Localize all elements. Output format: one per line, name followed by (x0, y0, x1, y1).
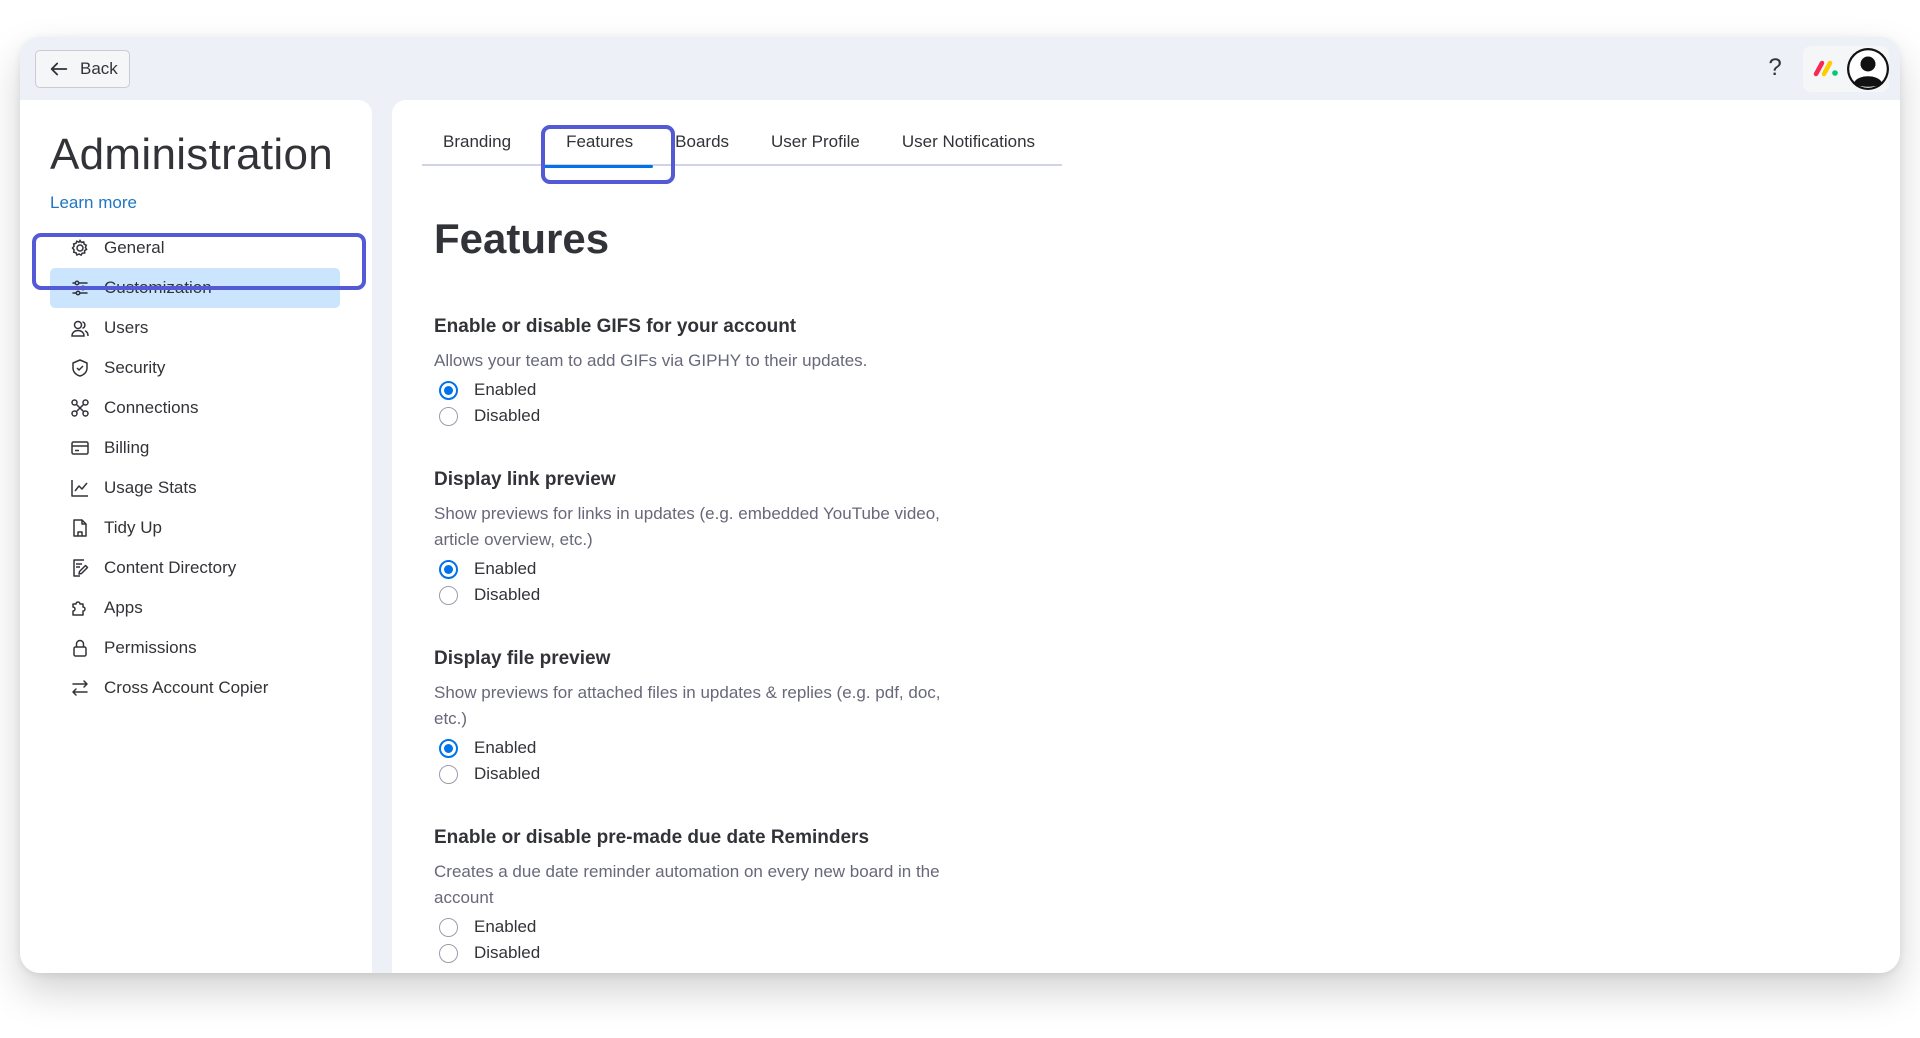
back-button-label: Back (80, 59, 118, 78)
radio-label: Disabled (474, 764, 541, 783)
radio-enabled[interactable]: Enabled (434, 556, 954, 582)
setting-title: Enable or disable pre-made due date Remi… (434, 827, 870, 848)
radio-enabled[interactable]: Enabled (434, 735, 954, 761)
sidebar-item-label: General (104, 238, 165, 257)
puzzle-icon (72, 601, 86, 616)
radio-button[interactable] (439, 943, 458, 963)
learn-more-link[interactable]: Learn more (50, 193, 137, 213)
monday-logo-icon (1813, 60, 1838, 77)
radio-label: Enabled (474, 738, 537, 757)
radio-button[interactable] (439, 585, 458, 605)
avatar[interactable] (1847, 48, 1889, 90)
sidebar-item-label: Security (104, 358, 166, 377)
sidebar-item-billing[interactable]: Billing (50, 428, 340, 468)
sidebar-item-label: Users (104, 318, 149, 337)
sidebar-item-general[interactable]: General (50, 228, 340, 268)
sliders-icon (72, 280, 88, 296)
arrow-left-icon (50, 62, 68, 76)
sidebar-item-apps[interactable]: Apps (50, 588, 340, 628)
sidebar-item-label: Billing (104, 438, 150, 457)
radio-label: Disabled (474, 406, 541, 425)
setting-description: Show previews for attached files in upda… (434, 683, 941, 728)
radio-label: Disabled (474, 585, 541, 604)
radio-enabled[interactable]: Enabled (434, 914, 954, 940)
sidebar-item-label: Content Directory (104, 558, 237, 577)
sidebar-item-label: Customization (104, 278, 212, 297)
radio-button[interactable] (439, 406, 458, 426)
radio-button-checked[interactable] (439, 559, 458, 579)
tab-user-notifications[interactable]: User Notifications (881, 126, 1056, 166)
radio-button-checked[interactable] (439, 380, 458, 400)
sidebar-item-customization[interactable]: Customization (50, 268, 340, 308)
tab-features[interactable]: Features (532, 126, 663, 168)
page-title: Features (434, 215, 610, 262)
sidebar-item-users[interactable]: Users (50, 308, 340, 348)
radio-disabled[interactable]: Disabled (434, 940, 954, 966)
sidebar-item-cross-account-copier[interactable]: Cross Account Copier (50, 668, 340, 708)
setting-link-preview: Display link preview Show previews for l… (434, 466, 954, 608)
radio-label: Enabled (474, 559, 537, 578)
setting-due-date-reminders: Enable or disable pre-made due date Remi… (434, 824, 954, 966)
radio-disabled[interactable]: Disabled (434, 582, 954, 608)
sidebar-item-label: Tidy Up (104, 518, 162, 537)
setting-title: Enable or disable GIFS for your account (434, 316, 797, 337)
sidebar-item-connections[interactable]: Connections (50, 388, 340, 428)
credit-card-icon (71, 441, 89, 455)
tab-boards[interactable]: Boards (663, 126, 750, 166)
sidebar-item-label: Usage Stats (104, 478, 197, 497)
arrows-icon (72, 680, 88, 696)
connections-icon (71, 399, 89, 417)
broom-icon (73, 519, 87, 537)
radio-label: Enabled (474, 380, 537, 399)
sidebar-nav: General Customization Users Security Con… (50, 228, 340, 708)
radio-label: Enabled (474, 917, 537, 936)
app-window: Back ? Administration Learn more General… (20, 37, 1900, 973)
setting-description: Show previews for links in updates (e.g.… (434, 504, 940, 549)
radio-disabled[interactable]: Disabled (434, 761, 954, 787)
tab-branding[interactable]: Branding (422, 126, 532, 166)
setting-description: Creates a due date reminder automation o… (434, 862, 940, 907)
radio-button[interactable] (439, 764, 458, 784)
sidebar-item-usage-stats[interactable]: Usage Stats (50, 468, 340, 508)
sidebar-item-label: Apps (104, 598, 143, 617)
main-panel: Branding Features Boards User Profile Us… (392, 100, 1900, 973)
setting-gifs: Enable or disable GIFS for your account … (434, 313, 954, 429)
radio-disabled[interactable]: Disabled (434, 403, 954, 429)
setting-title: Display file preview (434, 648, 611, 669)
sidebar-item-tidy-up[interactable]: Tidy Up (50, 508, 340, 548)
radio-button[interactable] (439, 917, 458, 937)
settings-list: Enable or disable GIFS for your account … (434, 313, 954, 973)
setting-description: Allows your team to add GIFs via GIPHY t… (434, 351, 868, 370)
sidebar-item-label: Cross Account Copier (104, 678, 269, 697)
chart-icon (71, 480, 88, 497)
user-avatar-icon (1847, 48, 1889, 90)
sidebar: Administration Learn more General Custom… (20, 100, 372, 973)
shield-icon (72, 359, 88, 377)
lock-icon (73, 639, 87, 657)
sidebar-item-security[interactable]: Security (50, 348, 340, 388)
radio-label: Disabled (474, 943, 541, 962)
sidebar-item-label: Connections (104, 398, 199, 417)
sidebar-title: Administration (50, 130, 333, 179)
radio-button-checked[interactable] (439, 738, 458, 758)
setting-file-preview: Display file preview Show previews for a… (434, 645, 954, 787)
sidebar-item-content-directory[interactable]: Content Directory (50, 548, 340, 588)
tab-bar: Branding Features Boards User Profile Us… (422, 126, 1062, 168)
setting-title: Display link preview (434, 469, 616, 490)
sidebar-item-permissions[interactable]: Permissions (50, 628, 340, 668)
gear-icon (71, 239, 88, 257)
sidebar-item-label: Permissions (104, 638, 197, 657)
back-button[interactable]: Back (35, 50, 130, 88)
users-icon (71, 320, 89, 337)
edit-document-icon (73, 559, 89, 577)
tab-user-profile[interactable]: User Profile (750, 126, 881, 166)
help-icon[interactable]: ? (1760, 53, 1790, 83)
radio-enabled[interactable]: Enabled (434, 377, 954, 403)
